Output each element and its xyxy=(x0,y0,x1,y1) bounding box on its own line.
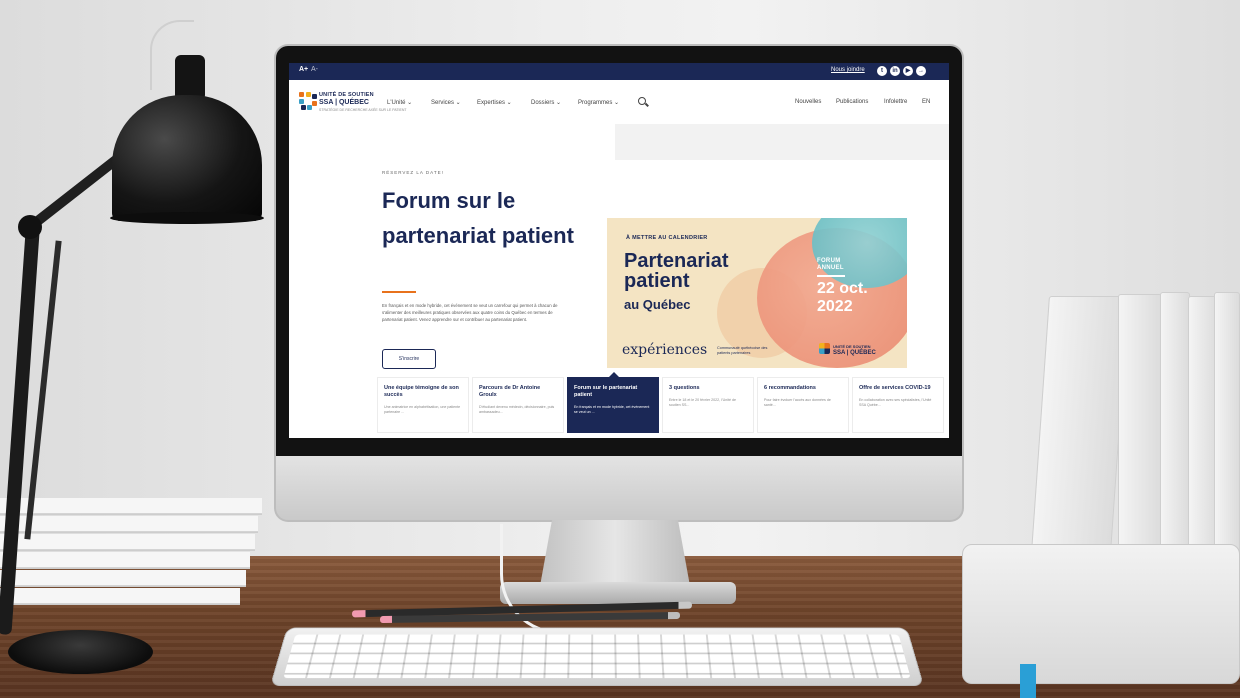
news-card[interactable]: Parcours de Dr Antoine Groulx D'étudiant… xyxy=(472,377,564,433)
ssa-logo-icon xyxy=(819,343,830,354)
card-title: Forum sur le partenariat patient xyxy=(574,385,652,399)
language-toggle[interactable]: EN xyxy=(922,99,930,105)
card-title: Une équipe témoigne de son succès xyxy=(384,385,462,399)
bookmark-ribbon xyxy=(1020,664,1036,698)
hero-description: En français et en mode hybride, cet évén… xyxy=(382,302,572,323)
banner-forum-line2: ANNUEL xyxy=(817,265,844,272)
nav-item-nouvelles[interactable]: Nouvelles xyxy=(795,99,821,105)
top-utility-bar: A+ A- Nous joindre t in ▶ → xyxy=(289,63,949,80)
banner-logo-line2: SSA | QUÉBEC xyxy=(833,350,876,356)
paper-sheet xyxy=(0,516,258,532)
lamp-base xyxy=(8,630,153,674)
nav-item-unite[interactable]: L'Unité ⌄ xyxy=(387,99,412,106)
banner-title-line1: Partenariat xyxy=(624,251,729,271)
paper-sheet xyxy=(0,552,250,568)
nav-item-services[interactable]: Services ⌄ xyxy=(431,99,461,106)
linkedin-icon[interactable]: in xyxy=(890,66,900,76)
card-title: 3 questions xyxy=(669,385,747,392)
brand-line1[interactable]: UNITÉ DE SOUTIEN xyxy=(319,92,374,98)
website-screen: A+ A- Nous joindre t in ▶ → UNITÉ DE SOU… xyxy=(289,63,949,438)
brand-line2[interactable]: SSA | QUÉBEC xyxy=(319,99,369,106)
contact-link[interactable]: Nous joindre xyxy=(831,67,865,73)
hero-title: Forum sur le partenariat patient xyxy=(382,183,582,253)
card-description: Entre le 18 et le 20 février 2022, l'Uni… xyxy=(669,398,747,408)
banner-logo-line1: UNITÉ DE SOUTIEN xyxy=(833,344,871,349)
lamp-joint xyxy=(18,215,42,239)
search-icon[interactable] xyxy=(638,97,646,105)
nav-item-publications[interactable]: Publications xyxy=(836,99,868,105)
card-title: Parcours de Dr Antoine Groulx xyxy=(479,385,557,399)
news-card[interactable]: 3 questions Entre le 18 et le 20 février… xyxy=(662,377,754,433)
lamp-rim xyxy=(110,212,264,224)
paper-sheet xyxy=(0,498,262,514)
card-title: 6 recommandations xyxy=(764,385,842,392)
logo-icon[interactable] xyxy=(299,92,317,110)
news-card[interactable]: 6 recommandations Pour faire évoluer l'a… xyxy=(757,377,849,433)
banner-subtitle: au Québec xyxy=(624,297,690,312)
youtube-icon[interactable]: ▶ xyxy=(903,66,913,76)
banner-divider xyxy=(817,275,845,277)
active-card-pointer xyxy=(608,372,620,378)
register-button[interactable]: S'inscrire xyxy=(382,349,436,369)
keyboard xyxy=(270,627,924,686)
nav-item-dossiers[interactable]: Dossiers ⌄ xyxy=(531,99,561,106)
banner-forum-label: FORUM ANNUEL xyxy=(817,258,844,272)
nav-item-programmes[interactable]: Programmes ⌄ xyxy=(578,99,619,106)
banner-date-line1: 22 oct. xyxy=(817,280,868,298)
site-header: UNITÉ DE SOUTIEN SSA | QUÉBEC STRATÉGIE … xyxy=(289,80,949,124)
card-description: Pour faire évoluer l'accès aux données d… xyxy=(764,398,842,408)
nav-item-infolettre[interactable]: Infolettre xyxy=(884,99,907,105)
twitter-icon[interactable]: t xyxy=(877,66,887,76)
card-description: Une animatrice en alphabétisation, une p… xyxy=(384,405,462,415)
banner-date-line2: 2022 xyxy=(817,298,868,316)
white-notebook xyxy=(962,544,1240,684)
book xyxy=(1160,292,1190,556)
news-card[interactable]: Offre de services COVID-19 En collaborat… xyxy=(852,377,944,433)
banner-title: Partenariat patient xyxy=(624,251,729,291)
paper-sheet xyxy=(0,570,246,586)
font-decrease-button[interactable]: A- xyxy=(311,66,318,73)
monitor-chin xyxy=(276,456,962,520)
nav-item-expertises[interactable]: Expertises ⌄ xyxy=(477,99,512,106)
news-cards-row: Une équipe témoigne de son succès Une an… xyxy=(377,377,947,438)
banner-kicker: À METTRE AU CALENDRIER xyxy=(626,235,708,241)
experiences-note: Communauté québécoise des patients parte… xyxy=(717,346,777,355)
experiences-logo: expériences xyxy=(622,342,707,358)
paper-sheet xyxy=(0,588,240,604)
login-icon[interactable]: → xyxy=(916,66,926,76)
banner-forum-line1: FORUM xyxy=(817,258,844,265)
card-description: D'étudiant devenu médecin, décisionnaire… xyxy=(479,405,557,415)
card-description: En français et en mode hybride, cet évén… xyxy=(574,405,652,415)
news-card-active[interactable]: Forum sur le partenariat patient En fran… xyxy=(567,377,659,433)
accent-divider xyxy=(382,291,416,293)
book xyxy=(1118,294,1162,556)
hero-kicker: RÉSERVEZ LA DATE! xyxy=(382,170,444,175)
event-banner-image[interactable]: À METTRE AU CALENDRIER Partenariat patie… xyxy=(607,218,907,368)
card-title: Offre de services COVID-19 xyxy=(859,385,937,392)
font-increase-button[interactable]: A+ xyxy=(299,66,308,73)
brand-tagline: STRATÉGIE DE RECHERCHE AXÉE SUR LE PATIE… xyxy=(319,108,407,112)
news-card[interactable]: Une équipe témoigne de son succès Une an… xyxy=(377,377,469,433)
banner-title-line2: patient xyxy=(624,271,729,291)
lamp-shade xyxy=(112,95,262,221)
keyboard-keys xyxy=(283,635,911,679)
paper-sheet xyxy=(0,534,255,550)
book xyxy=(1214,292,1240,556)
hero-grey-panel xyxy=(615,124,949,160)
card-description: En collaboration avec ses spécialistes, … xyxy=(859,398,937,408)
banner-date: 22 oct. 2022 xyxy=(817,280,868,316)
